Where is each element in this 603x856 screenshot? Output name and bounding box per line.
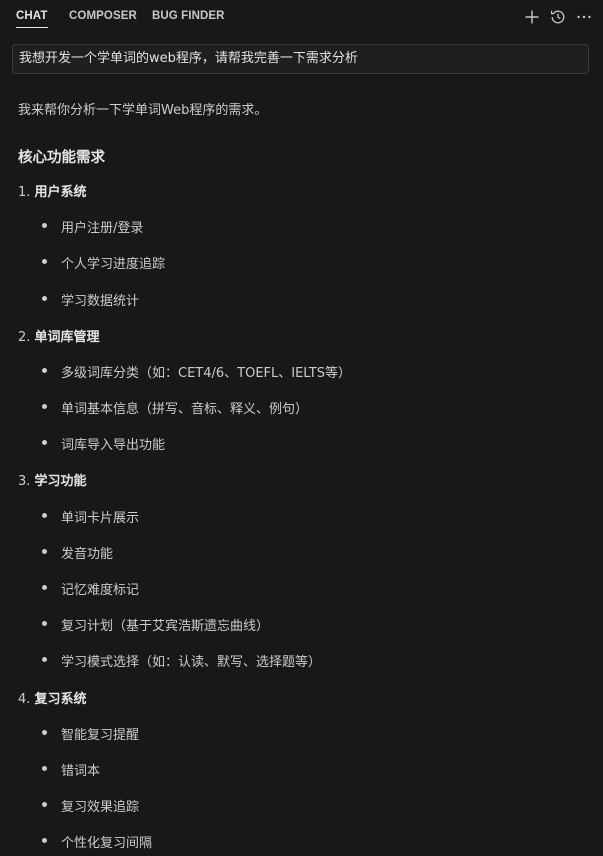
plus-icon[interactable] — [523, 8, 541, 26]
section-title: 4. 复习系统 — [18, 688, 87, 707]
history-icon[interactable] — [549, 8, 567, 26]
user-prompt-message[interactable]: 我想开发一个学单词的web程序，请帮我完善一下需求分析 — [12, 44, 589, 74]
bullet-icon — [42, 621, 47, 626]
list-item-text: 发音功能 — [61, 547, 114, 562]
list-item-text: 学习数据统计 — [61, 294, 140, 309]
section-title-text: 用户系统 — [34, 185, 87, 200]
section-title-text: 复习系统 — [34, 692, 87, 707]
section-number: 3. — [18, 474, 31, 489]
list-item-text: 学习模式选择（如：认读、默写、选择题等） — [61, 655, 322, 670]
bullet-icon — [42, 259, 47, 264]
tab-composer[interactable]: COMPOSER — [69, 10, 137, 22]
list-item-text: 单词卡片展示 — [61, 511, 140, 526]
bullet-icon — [42, 440, 47, 445]
response-intro: 我来帮你分析一下学单词Web程序的需求。 — [18, 103, 268, 118]
tab-chat[interactable]: CHAT — [16, 10, 48, 28]
bullet-icon — [42, 549, 47, 554]
bullet-icon — [42, 404, 47, 409]
list-item-text: 复习计划（基于艾宾浩斯遗忘曲线） — [61, 619, 270, 634]
section-title-text: 学习功能 — [34, 474, 87, 489]
top-bar: CHAT COMPOSER BUG FINDER — [0, 0, 603, 34]
bullet-icon — [42, 223, 47, 228]
list-item-text: 用户注册/登录 — [61, 221, 144, 236]
list-item-text: 智能复习提醒 — [61, 728, 140, 743]
bullet-icon — [42, 838, 47, 843]
list-item-text: 错词本 — [61, 764, 101, 779]
bullet-icon — [42, 730, 47, 735]
bullet-icon — [42, 766, 47, 771]
list-item-text: 单词基本信息（拼写、音标、释义、例句） — [61, 402, 309, 417]
tab-bug-finder[interactable]: BUG FINDER — [152, 10, 225, 22]
bullet-icon — [42, 513, 47, 518]
bullet-icon — [42, 368, 47, 373]
section-title: 2. 单词库管理 — [18, 326, 100, 345]
bullet-icon — [42, 296, 47, 301]
section-title: 1. 用户系统 — [18, 181, 87, 200]
section-number: 2. — [18, 330, 31, 345]
bullet-icon — [42, 657, 47, 662]
section-number: 4. — [18, 692, 31, 707]
section-title: 3. 学习功能 — [18, 470, 87, 489]
list-item-text: 个人学习进度追踪 — [61, 257, 166, 272]
response-heading: 核心功能需求 — [18, 150, 105, 166]
more-icon[interactable] — [575, 8, 593, 26]
list-item-text: 个性化复习间隔 — [61, 836, 153, 851]
section-number: 1. — [18, 185, 31, 200]
section-title-text: 单词库管理 — [34, 330, 100, 345]
bullet-icon — [42, 585, 47, 590]
list-item-text: 记忆难度标记 — [61, 583, 140, 598]
list-item-text: 多级词库分类（如：CET4/6、TOEFL、IELTS等） — [61, 366, 351, 381]
list-item-text: 词库导入导出功能 — [61, 438, 166, 453]
list-item-text: 复习效果追踪 — [61, 800, 140, 815]
bullet-icon — [42, 802, 47, 807]
